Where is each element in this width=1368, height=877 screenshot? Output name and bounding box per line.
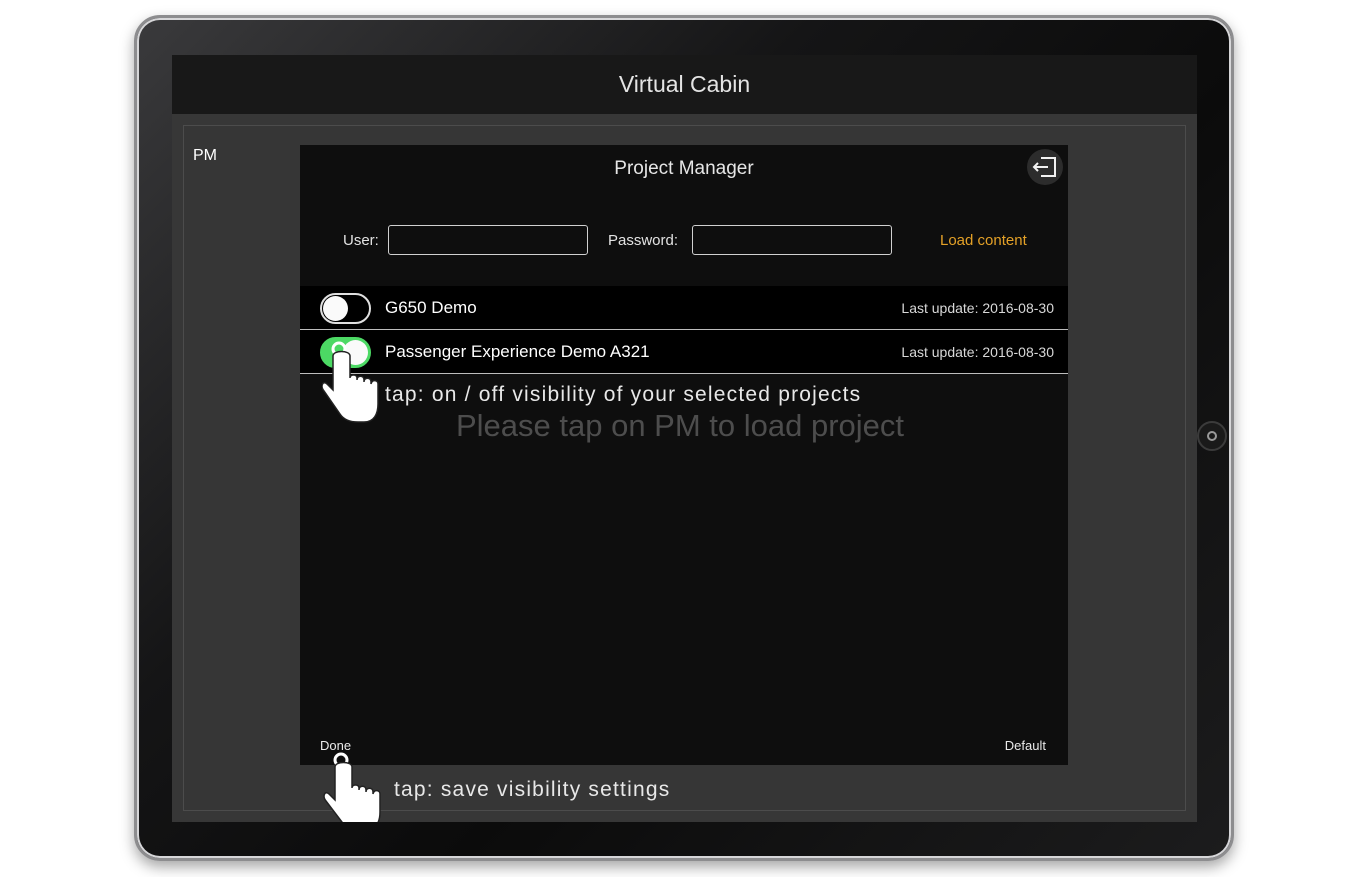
toggle-annotation: tap: on / off visibility of your selecte… — [385, 383, 862, 406]
user-input[interactable] — [388, 225, 588, 255]
toggle-knob — [323, 296, 348, 321]
login-row: User: Password: Load content — [300, 225, 1068, 255]
pm-button[interactable]: PM — [193, 147, 217, 165]
password-input[interactable] — [692, 225, 892, 255]
project-name: Passenger Experience Demo A321 — [385, 342, 650, 361]
tap-hand-icon — [322, 341, 379, 423]
dialog-title: Project Manager — [614, 158, 754, 179]
user-label: User: — [343, 232, 379, 249]
app-title: Virtual Cabin — [172, 55, 1197, 114]
done-button[interactable]: Done — [320, 738, 351, 753]
home-button[interactable] — [1197, 421, 1227, 451]
project-last-update: Last update: 2016-08-30 — [901, 300, 1054, 316]
app-screen: Virtual Cabin PM Project Manager User: P… — [172, 55, 1197, 822]
project-row: G650 Demo Last update: 2016-08-30 — [300, 286, 1068, 330]
default-button[interactable]: Default — [1005, 738, 1046, 753]
project-last-update: Last update: 2016-08-30 — [901, 344, 1054, 360]
project-row: Passenger Experience Demo A321 Last upda… — [300, 330, 1068, 374]
tap-hand-icon — [323, 752, 381, 822]
exit-button[interactable] — [1027, 149, 1063, 185]
done-annotation: tap: save visibility settings — [394, 778, 671, 801]
project-name: G650 Demo — [385, 298, 477, 317]
empty-state-hint: Please tap on PM to load project — [455, 408, 905, 443]
project-manager-dialog: Project Manager User: Password: Load con… — [300, 145, 1068, 765]
load-content-button[interactable]: Load content — [940, 232, 1027, 249]
exit-icon — [1032, 157, 1056, 177]
visibility-toggle[interactable] — [320, 293, 371, 324]
project-list: G650 Demo Last update: 2016-08-30 Passen… — [300, 286, 1068, 374]
password-label: Password: — [608, 232, 679, 249]
